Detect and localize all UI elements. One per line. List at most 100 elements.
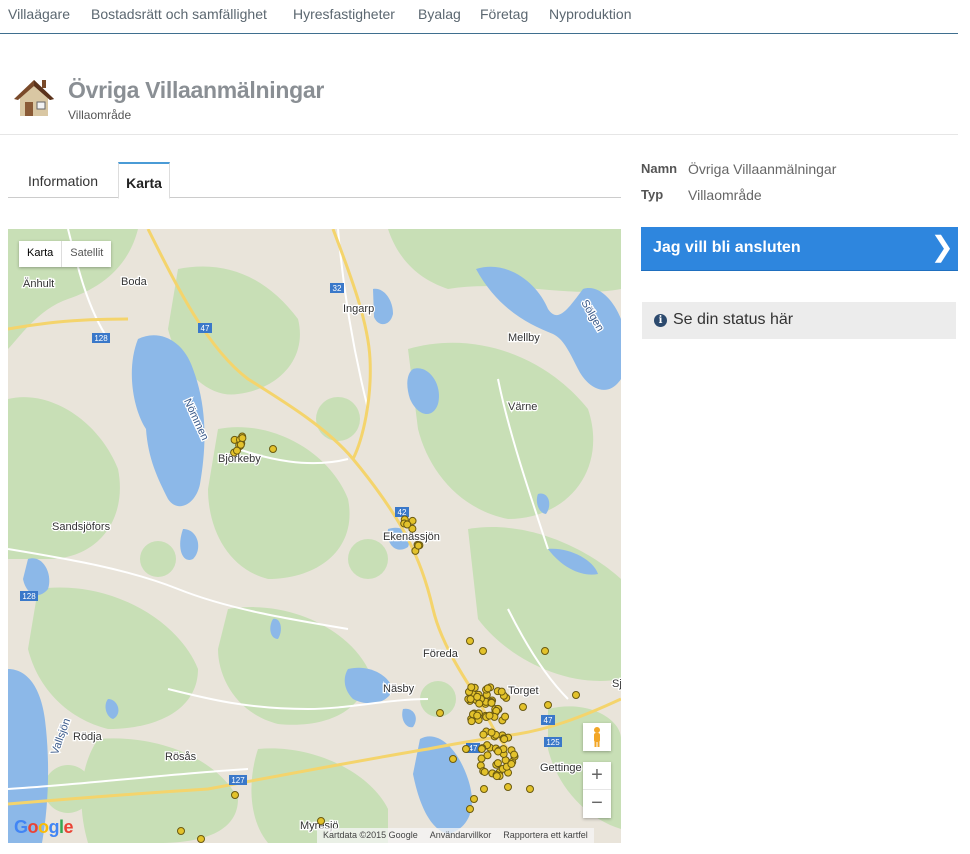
terms-link[interactable]: Användarvillkor [430,830,492,841]
house-icon [14,80,54,116]
svg-text:Mellby: Mellby [508,332,540,344]
map-marker[interactable] [177,827,185,835]
map-marker[interactable] [414,541,423,550]
map-marker[interactable] [466,694,475,703]
page-title: Övriga Villaanmälningar [68,77,324,103]
map-marker[interactable] [473,711,482,720]
map-marker[interactable] [541,647,549,655]
map-marker[interactable] [231,791,239,799]
map[interactable]: 32 47 128 42 128 47 125 127 47 Änhult Bo… [8,229,621,843]
map-marker[interactable] [466,805,474,813]
map-canvas[interactable]: 32 47 128 42 128 47 125 127 47 Änhult Bo… [8,229,621,843]
map-marker[interactable] [473,692,482,701]
map-marker[interactable] [317,817,325,825]
svg-text:47: 47 [544,716,553,725]
svg-text:Rödja: Rödja [73,731,103,743]
map-marker[interactable] [479,647,487,655]
map-marker[interactable] [269,445,277,453]
map-marker[interactable] [492,772,501,781]
nav-item-hyresfastigheter[interactable]: Hyresfastigheter [293,6,395,22]
map-marker[interactable] [483,751,492,760]
map-marker[interactable] [497,687,506,696]
svg-text:Boda: Boda [121,276,148,288]
google-logo[interactable]: Google [14,817,74,838]
tab-information[interactable]: Information [8,162,118,198]
join-button[interactable]: Jag vill bli ansluten ❯ [641,227,958,271]
page-subtitle: Villaområde [68,108,132,122]
map-marker[interactable] [475,699,484,708]
map-marker[interactable] [507,759,516,768]
map-marker[interactable] [479,730,488,739]
street-view-pegman-icon[interactable] [583,723,611,751]
status-button[interactable]: i Se din status här [642,302,956,339]
map-marker[interactable] [466,637,474,645]
map-marker[interactable] [449,755,457,763]
page-header: Övriga Villaanmälningar Villaområde [0,34,958,135]
map-type-control: Karta Satellit [19,241,112,267]
svg-text:125: 125 [546,738,560,747]
top-navigation: Villaägare Bostadsrätt och samfällighet … [0,0,958,34]
svg-text:Björkeby: Björkeby [218,453,261,465]
type-value: Villaområde [688,187,762,203]
map-marker[interactable] [403,520,412,529]
map-marker[interactable] [572,691,580,699]
tab-karta[interactable]: Karta [118,162,170,199]
map-marker[interactable] [494,747,503,756]
svg-text:32: 32 [333,284,342,293]
map-marker[interactable] [493,759,502,768]
map-marker[interactable] [467,683,476,692]
zoom-out-button[interactable]: − [583,790,611,818]
zoom-control: + − [583,762,611,818]
name-value: Övriga Villaanmälningar [688,161,837,177]
svg-text:Föreda: Föreda [423,648,459,660]
svg-text:Näsby: Näsby [383,683,415,695]
info-icon: i [654,314,667,327]
zoom-in-button[interactable]: + [583,762,611,790]
svg-text:Sandsjöfors: Sandsjöfors [52,521,111,533]
svg-text:128: 128 [94,334,108,343]
map-type-satellit-button[interactable]: Satellit [62,241,111,267]
svg-text:Änhult: Änhult [23,278,54,290]
nav-item-byalag[interactable]: Byalag [418,6,461,22]
svg-text:127: 127 [231,776,245,785]
map-marker[interactable] [483,684,492,693]
map-marker[interactable] [487,698,496,707]
chevron-right-icon: ❯ [930,231,954,262]
map-type-karta-button[interactable]: Karta [19,241,63,267]
map-marker[interactable] [519,703,527,711]
map-marker[interactable] [501,712,510,721]
map-marker[interactable] [470,795,478,803]
map-marker[interactable] [238,434,247,443]
svg-text:128: 128 [22,592,36,601]
type-label: Typ [641,187,664,202]
map-marker[interactable] [500,735,509,744]
map-marker[interactable] [462,745,470,753]
map-marker[interactable] [526,785,534,793]
nav-item-foretag[interactable]: Företag [480,6,528,22]
nav-item-villaagare[interactable]: Villaägare [8,6,70,22]
status-label: Se din status här [673,311,794,328]
map-marker[interactable] [436,709,444,717]
map-marker[interactable] [477,745,486,754]
report-error-link[interactable]: Rapportera ett kartfel [503,830,588,841]
svg-text:Ekenässjön: Ekenässjön [383,531,440,543]
map-marker[interactable] [197,835,205,843]
map-marker[interactable] [480,767,489,776]
map-marker[interactable] [480,785,488,793]
name-label: Namn [641,161,678,176]
map-marker[interactable] [504,783,512,791]
tab-bar: Information Karta [8,162,621,199]
map-data-attribution: Kartdata ©2015 Google [323,830,418,840]
nav-item-nyproduktion[interactable]: Nyproduktion [549,6,632,22]
map-marker[interactable] [485,711,494,720]
map-marker[interactable] [236,440,245,449]
map-marker[interactable] [510,750,519,759]
map-marker[interactable] [467,717,476,726]
svg-text:Rösås: Rösås [165,751,197,763]
map-marker[interactable] [487,728,496,737]
svg-text:47: 47 [201,324,210,333]
svg-text:Värne: Värne [508,401,537,413]
nav-item-bostadsratt[interactable]: Bostadsrätt och samfällighet [91,6,267,22]
map-marker[interactable] [544,701,552,709]
svg-text:Gettinge: Gettinge [540,762,582,774]
